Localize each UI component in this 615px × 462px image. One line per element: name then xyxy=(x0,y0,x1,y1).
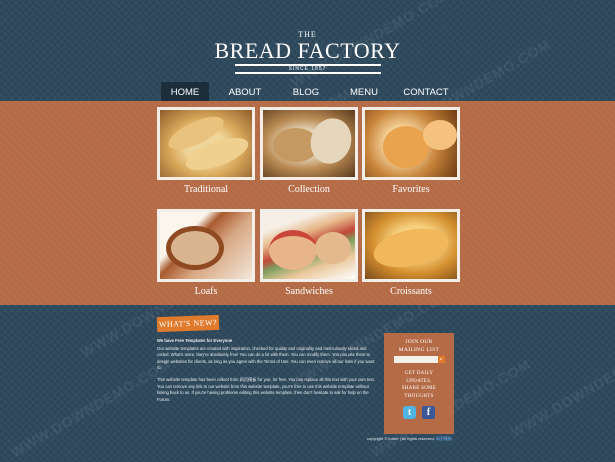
news-paragraph: This website template has been collect f… xyxy=(157,376,375,402)
footer-copyright: copyright © footer | All rights reserved… xyxy=(367,436,452,442)
nav-menu[interactable]: MENU xyxy=(331,82,397,103)
nav-about[interactable]: ABOUT xyxy=(209,82,281,103)
whats-new-badge: WHAT'S NEW? xyxy=(156,314,220,333)
news-heading: We have Free Templates for Everyone xyxy=(157,338,233,343)
subscribe-button[interactable]: » xyxy=(437,356,445,363)
copyright-text: copyright © footer | All rights reserved… xyxy=(367,436,435,441)
nav-contact[interactable]: CONTACT xyxy=(397,82,455,103)
product-loafs[interactable]: Loafs xyxy=(157,209,255,297)
loafs-image[interactable] xyxy=(157,209,255,282)
product-collection[interactable]: Collection xyxy=(260,107,358,195)
product-favorites[interactable]: Favorites xyxy=(362,107,460,195)
updates-text: GET DAILY UPDATES, SHARE SOME THOUGHTS xyxy=(401,371,437,399)
footer-link[interactable]: 网页模板 xyxy=(436,436,452,441)
mailing-list-form: » xyxy=(393,356,445,363)
logo-since: SINCE 1857 xyxy=(234,64,381,74)
product-croissants[interactable]: Croissants xyxy=(362,209,460,297)
social-icons: t f xyxy=(384,406,454,419)
facebook-icon[interactable]: f xyxy=(422,406,435,419)
mailing-list-title: JOIN OUR MAILING LIST xyxy=(398,339,440,353)
favorites-image[interactable] xyxy=(362,107,460,180)
nav-home[interactable]: HOME xyxy=(161,82,209,103)
product-caption: Traditional xyxy=(183,184,229,195)
news-paragraph: Our website templates are created with i… xyxy=(157,345,375,371)
twitter-icon[interactable]: t xyxy=(403,406,416,419)
nav-blog[interactable]: BLOG xyxy=(281,82,331,103)
collection-image[interactable] xyxy=(260,107,358,180)
croissants-image[interactable] xyxy=(362,209,460,282)
mailing-list-box: JOIN OUR MAILING LIST » GET DAILY UPDATE… xyxy=(384,333,454,434)
product-caption: Favorites xyxy=(392,184,430,195)
logo[interactable]: THE BREAD FACTORY SINCE 1857 xyxy=(0,30,615,74)
main-nav: HOME ABOUT BLOG MENU CONTACT xyxy=(161,82,455,103)
product-caption: Loafs xyxy=(194,286,218,297)
watermark-text: WWW.DOWNDEMO.COM xyxy=(8,355,174,461)
product-caption: Sandwiches xyxy=(285,286,333,297)
watermark-text: WWW.DOWNDEMO.COM xyxy=(508,335,615,441)
product-caption: Collection xyxy=(288,184,330,195)
products-band: Traditional Collection Favorites Loafs S… xyxy=(0,101,615,305)
sandwiches-image[interactable] xyxy=(260,209,358,282)
product-sandwiches[interactable]: Sandwiches xyxy=(260,209,358,297)
news-content: We have Free Templates for Everyone Our … xyxy=(157,338,375,408)
logo-name: BREAD FACTORY xyxy=(214,38,401,63)
product-traditional[interactable]: Traditional xyxy=(157,107,255,195)
product-caption: Croissants xyxy=(390,286,432,297)
email-field[interactable] xyxy=(393,356,438,363)
traditional-image[interactable] xyxy=(157,107,255,180)
